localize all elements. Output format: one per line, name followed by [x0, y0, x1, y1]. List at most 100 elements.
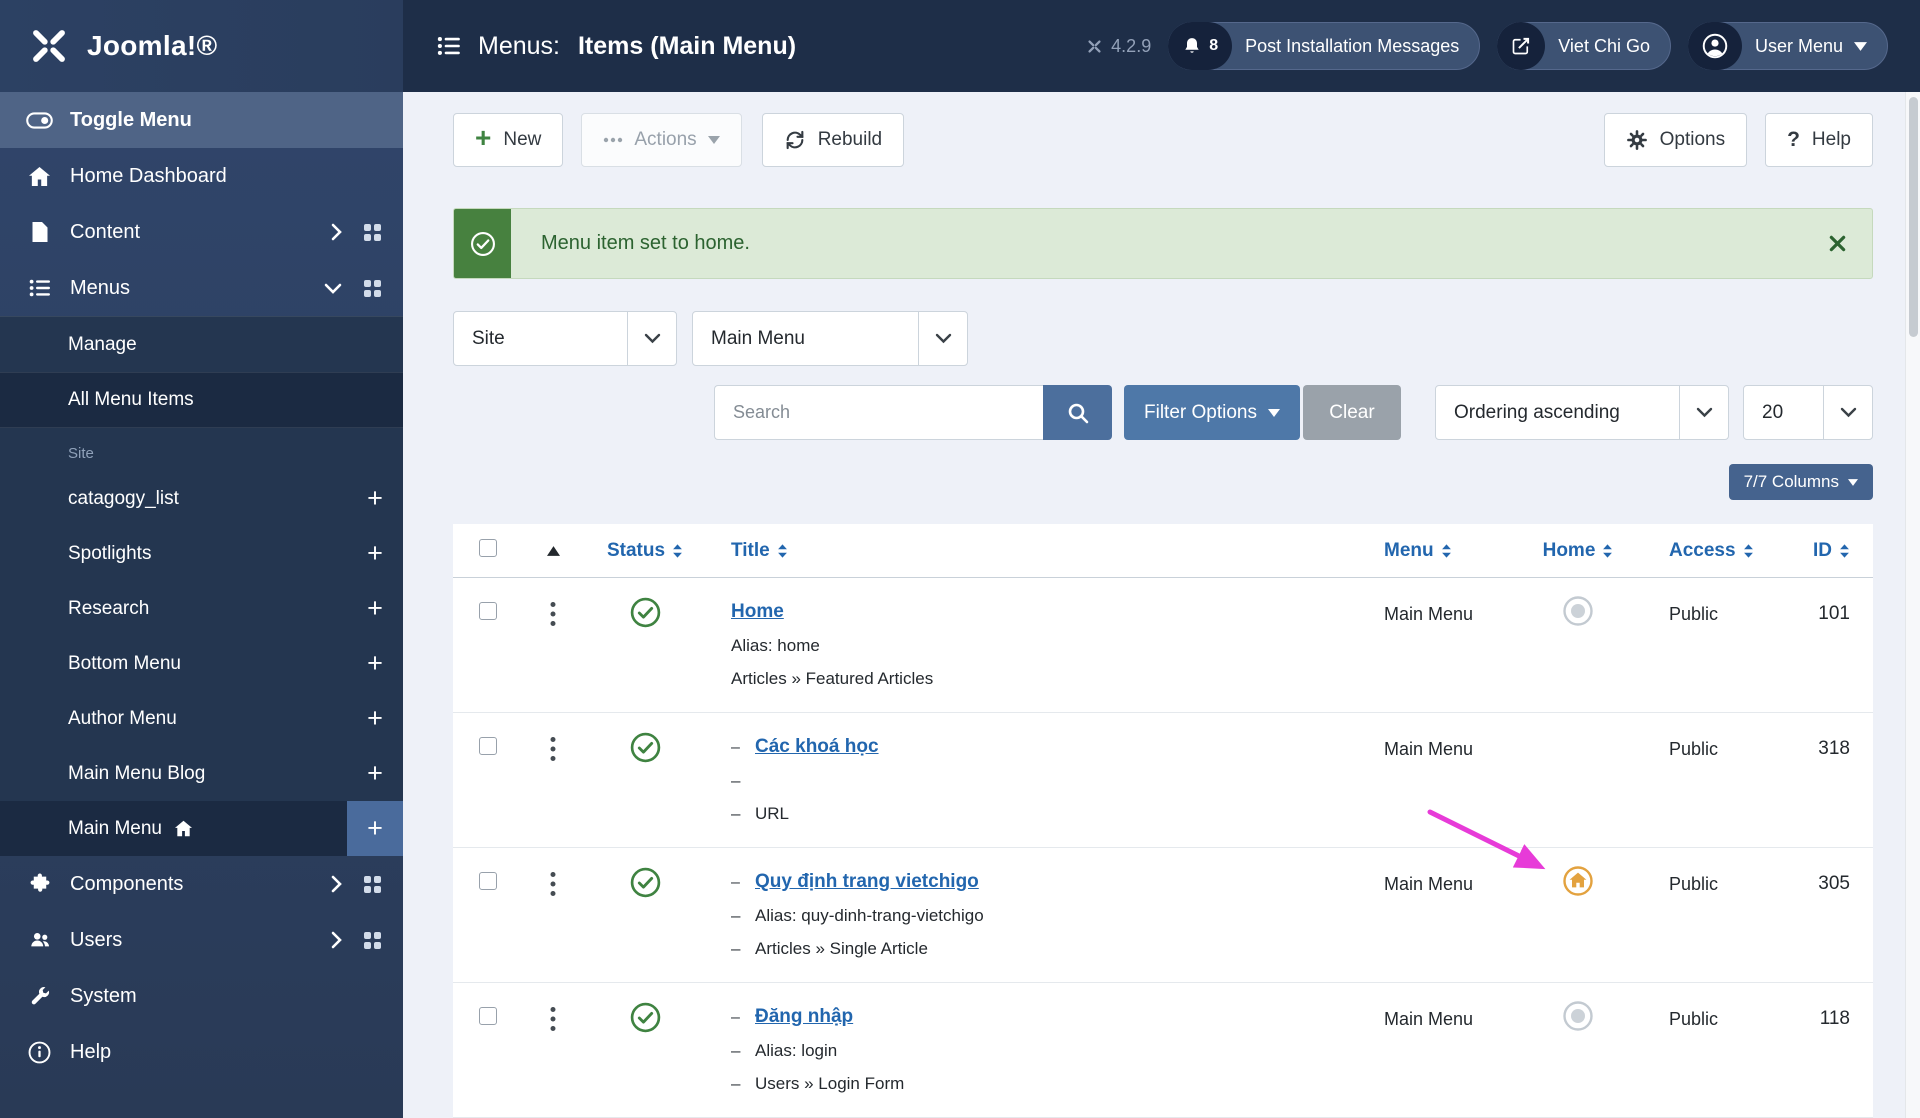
site-preview-button[interactable]: Viet Chi Go	[1497, 22, 1671, 70]
dashboard-grid-icon[interactable]	[364, 280, 381, 297]
status-published-toggle[interactable]	[629, 736, 662, 764]
sidebar-item-label: All Menu Items	[68, 389, 194, 411]
sidebar-item-home-dashboard[interactable]: Home Dashboard	[0, 148, 403, 204]
options-button[interactable]: Options	[1604, 113, 1747, 167]
table-row: Home Alias: home Articles » Featured Art…	[453, 578, 1873, 713]
drag-handle-icon[interactable]	[550, 1006, 556, 1032]
search-icon	[1066, 401, 1090, 425]
dashboard-grid-icon[interactable]	[364, 932, 381, 949]
clear-button[interactable]: Clear	[1303, 385, 1401, 440]
sort-icon	[672, 544, 683, 558]
add-menu-item-button[interactable]: +	[347, 801, 403, 856]
plus-icon: +	[475, 124, 491, 152]
sidebar-item-label: Content	[70, 221, 140, 244]
post-installation-messages-button[interactable]: 8 Post Installation Messages	[1168, 22, 1480, 70]
sidebar-item-all-menu-items[interactable]: All Menu Items	[0, 372, 403, 428]
add-menu-item-button[interactable]: +	[347, 746, 403, 801]
sidebar-item-manage[interactable]: Manage	[0, 316, 403, 372]
column-header-status[interactable]: Status	[607, 540, 683, 562]
ordering-select[interactable]: Ordering ascending	[1435, 385, 1729, 440]
sidebar-menu-main-menu-blog[interactable]: Main Menu Blog +	[0, 746, 403, 801]
add-menu-item-button[interactable]: +	[347, 471, 403, 526]
home-toggle-button[interactable]	[1561, 1006, 1595, 1033]
page-title-main: Items (Main Menu)	[578, 32, 796, 61]
drag-handle-icon[interactable]	[550, 736, 556, 762]
list-limit-select[interactable]: 20	[1743, 385, 1873, 440]
home-toggle-button[interactable]	[1561, 871, 1595, 898]
status-published-toggle[interactable]	[629, 1006, 662, 1034]
ordering-sort-caret[interactable]	[547, 546, 560, 556]
dashboard-grid-icon[interactable]	[364, 224, 381, 241]
select-row-checkbox[interactable]	[479, 602, 497, 620]
drag-handle-icon[interactable]	[550, 601, 556, 627]
menu-label: Main Menu Blog	[68, 763, 205, 785]
select-row-checkbox[interactable]	[479, 872, 497, 890]
select-row-checkbox[interactable]	[479, 737, 497, 755]
notifications-cap: 8	[1168, 22, 1232, 70]
ellipsis-icon	[603, 137, 623, 143]
sidebar-menu-catagogy-list[interactable]: catagogy_list +	[0, 471, 403, 526]
add-menu-item-button[interactable]: +	[347, 581, 403, 636]
sidebar-menu-spotlights[interactable]: Spotlights +	[0, 526, 403, 581]
new-button[interactable]: + New	[453, 113, 563, 167]
sidebar-item-help[interactable]: Help	[0, 1024, 403, 1080]
new-button-label: New	[503, 129, 541, 151]
column-header-access[interactable]: Access	[1669, 540, 1754, 562]
scrollbar[interactable]	[1905, 92, 1920, 1118]
column-header-title[interactable]: Title	[731, 540, 788, 562]
sidebar-item-label: Home Dashboard	[70, 165, 227, 188]
menu-item-title-link[interactable]: Các khoá học	[755, 736, 879, 758]
select-row-checkbox[interactable]	[479, 1007, 497, 1025]
brand-link[interactable]: Joomla!®	[0, 0, 403, 92]
sidebar-item-menus[interactable]: Menus	[0, 260, 403, 316]
add-menu-item-button[interactable]: +	[347, 636, 403, 691]
menutype-select[interactable]: Main Menu	[692, 311, 968, 366]
level-dash: –	[731, 771, 755, 791]
add-menu-item-button[interactable]: +	[347, 526, 403, 581]
add-menu-item-button[interactable]: +	[347, 691, 403, 746]
column-header-home[interactable]: Home	[1543, 540, 1614, 562]
sidebar-menu-bottom-menu[interactable]: Bottom Menu +	[0, 636, 403, 691]
column-header-menu[interactable]: Menu	[1384, 540, 1452, 562]
item-access: Public	[1633, 871, 1748, 895]
rebuild-button[interactable]: Rebuild	[762, 113, 904, 167]
drag-handle-icon[interactable]	[550, 871, 556, 897]
sidebar-item-users[interactable]: Users	[0, 912, 403, 968]
alert-message: Menu item set to home.	[511, 209, 750, 278]
home-toggle-button[interactable]	[1561, 601, 1595, 628]
status-published-toggle[interactable]	[629, 601, 662, 629]
user-menu-button[interactable]: User Menu	[1688, 22, 1888, 70]
chevron-right-icon	[331, 223, 342, 241]
toggle-icon	[26, 112, 53, 129]
toggle-menu-label: Toggle Menu	[70, 109, 192, 132]
filter-options-button[interactable]: Filter Options	[1124, 385, 1300, 440]
toggle-menu-button[interactable]: Toggle Menu	[0, 92, 403, 148]
actions-button[interactable]: Actions	[581, 113, 741, 167]
sidebar-menu-research[interactable]: Research +	[0, 581, 403, 636]
sidebar-menu-main-menu[interactable]: Main Menu +	[0, 801, 403, 856]
menu-item-title-link[interactable]: Đăng nhập	[755, 1006, 853, 1028]
question-icon: ?	[1787, 128, 1800, 152]
table-row: – Quy định trang vietchigo –Alias: quy-d…	[453, 848, 1873, 983]
search-button[interactable]	[1043, 385, 1112, 440]
columns-toggle-button[interactable]: 7/7 Columns	[1729, 464, 1873, 500]
menu-item-title-link[interactable]: Quy định trang vietchigo	[755, 871, 979, 893]
alert-close-button[interactable]	[1803, 209, 1872, 278]
users-icon	[26, 929, 53, 951]
menu-label: Spotlights	[68, 543, 151, 565]
menu-item-title-link[interactable]: Home	[731, 601, 784, 623]
sidebar-item-components[interactable]: Components	[0, 856, 403, 912]
column-header-id[interactable]: ID	[1813, 540, 1850, 562]
select-all-checkbox[interactable]	[479, 539, 497, 557]
help-button[interactable]: ? Help	[1765, 113, 1873, 167]
sidebar-menu-author-menu[interactable]: Author Menu +	[0, 691, 403, 746]
site-select[interactable]: Site	[453, 311, 677, 366]
level-dash: –	[731, 1074, 755, 1094]
search-input[interactable]	[714, 385, 1043, 440]
scrollbar-thumb[interactable]	[1909, 97, 1918, 337]
sidebar-item-content[interactable]: Content	[0, 204, 403, 260]
status-published-toggle[interactable]	[629, 871, 662, 899]
sidebar-item-system[interactable]: System	[0, 968, 403, 1024]
menu-items-table: Status Title Menu	[453, 524, 1873, 1118]
dashboard-grid-icon[interactable]	[364, 876, 381, 893]
